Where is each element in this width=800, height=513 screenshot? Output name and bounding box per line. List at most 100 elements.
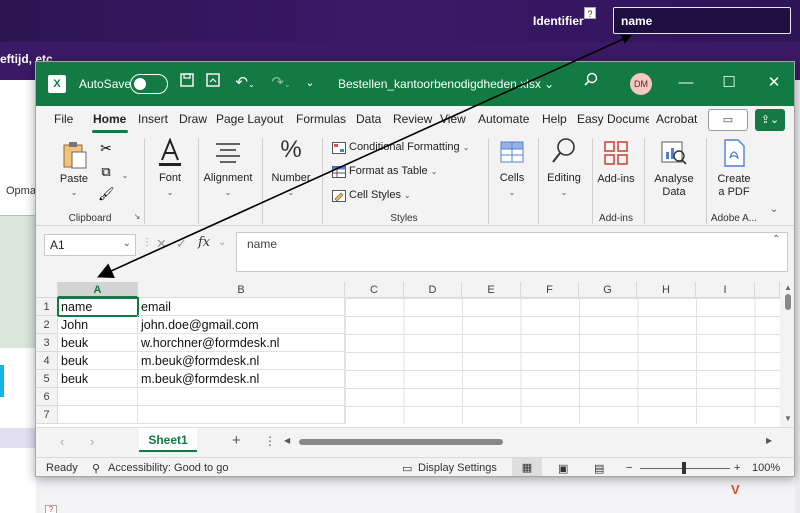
- format-as-table-button[interactable]: Format as Table ⌄: [349, 165, 437, 177]
- cell-b5[interactable]: m.beuk@formdesk.nl: [138, 370, 345, 388]
- help-icon-small[interactable]: ?: [45, 505, 57, 513]
- format-as-table-icon[interactable]: [332, 165, 346, 178]
- cell-a4[interactable]: beuk: [58, 352, 138, 370]
- tab-view[interactable]: View: [440, 112, 466, 126]
- document-title[interactable]: Bestellen_kantoorbenodigdheden.xlsx ⌄: [338, 77, 554, 91]
- tab-insert[interactable]: Insert: [138, 112, 168, 126]
- tab-draw[interactable]: Draw: [179, 112, 207, 126]
- enter-icon[interactable]: ✓: [176, 236, 187, 252]
- cells-button[interactable]: Cells: [492, 172, 532, 184]
- chevron-down-icon[interactable]: ⌄: [123, 238, 131, 249]
- tab-automate[interactable]: Automate: [478, 112, 529, 126]
- cell-b3[interactable]: w.horchner@formdesk.nl: [138, 334, 345, 352]
- format-painter-icon[interactable]: 🖌: [98, 186, 115, 202]
- avatar[interactable]: DM: [630, 73, 652, 95]
- paste-icon[interactable]: [60, 140, 88, 170]
- chevron-down-icon[interactable]: ⌄: [218, 237, 226, 248]
- cell-a7[interactable]: [58, 406, 138, 424]
- page-layout-view-icon[interactable]: ▣: [558, 462, 568, 475]
- analyse-data-icon[interactable]: [660, 139, 688, 167]
- row-header[interactable]: 1: [36, 298, 58, 316]
- cell-a5[interactable]: beuk: [58, 370, 138, 388]
- column-header-g[interactable]: G: [579, 282, 637, 298]
- cells-caret-icon[interactable]: ⌄: [507, 186, 517, 198]
- accessibility-status[interactable]: Accessibility: Good to go: [108, 462, 228, 474]
- cell-a6[interactable]: [58, 388, 138, 406]
- undo-icon[interactable]: ↶⌄: [230, 72, 260, 94]
- horizontal-scrollbar[interactable]: [291, 437, 777, 447]
- number-caret-icon[interactable]: ⌄: [286, 186, 296, 198]
- add-sheet-button[interactable]: +: [232, 432, 241, 449]
- share-button[interactable]: ⇪⌄: [755, 109, 785, 131]
- tab-page-layout[interactable]: Page Layout: [216, 112, 283, 126]
- zoom-level[interactable]: 100%: [752, 462, 780, 474]
- add-ins-button[interactable]: Add-ins: [594, 173, 638, 185]
- tab-easy-documents[interactable]: Easy Docume: [577, 112, 649, 126]
- customize-qat-icon[interactable]: ⌄: [302, 72, 318, 94]
- previous-sheet-icon[interactable]: ‹: [60, 434, 64, 449]
- scroll-up-icon[interactable]: ▲: [784, 283, 792, 292]
- vertical-scroll-thumb[interactable]: [785, 294, 791, 310]
- tab-file[interactable]: File: [54, 112, 73, 126]
- copy-caret-icon[interactable]: ⌄: [120, 165, 130, 183]
- column-header-h[interactable]: H: [637, 282, 696, 298]
- cell-a2[interactable]: John: [58, 316, 138, 334]
- font-icon[interactable]: [156, 137, 184, 168]
- empty-cells[interactable]: [345, 298, 780, 424]
- font-caret-icon[interactable]: ⌄: [165, 186, 175, 198]
- collapse-ribbon-icon[interactable]: ⌄: [766, 204, 782, 215]
- editing-caret-icon[interactable]: ⌄: [559, 186, 569, 198]
- tab-review[interactable]: Review: [393, 112, 432, 126]
- name-box[interactable]: A1 ⌄: [44, 234, 136, 256]
- search-icon[interactable]: [580, 72, 602, 94]
- editing-button[interactable]: Editing: [540, 172, 588, 184]
- alignment-icon[interactable]: [213, 140, 243, 166]
- cell-a3[interactable]: beuk: [58, 334, 138, 352]
- tab-help[interactable]: Help: [542, 112, 567, 126]
- sheet-tab-sheet1[interactable]: Sheet1: [139, 428, 197, 452]
- identifier-input[interactable]: name: [613, 7, 791, 34]
- conditional-formatting-button[interactable]: Conditional Formatting ⌄: [349, 141, 469, 153]
- row-header[interactable]: 7: [36, 406, 58, 424]
- cut-icon[interactable]: ✂: [98, 140, 114, 157]
- column-header-c[interactable]: C: [345, 282, 404, 298]
- editing-icon[interactable]: [550, 136, 578, 168]
- minimize-icon[interactable]: —: [674, 72, 698, 94]
- display-settings-icon[interactable]: ▭: [402, 462, 412, 475]
- zoom-in-icon[interactable]: +: [734, 462, 740, 474]
- cell-styles-button[interactable]: Cell Styles ⌄: [349, 189, 411, 201]
- zoom-out-icon[interactable]: −: [626, 462, 632, 474]
- cell-b2[interactable]: john.doe@gmail.com: [138, 316, 345, 334]
- formula-input[interactable]: name: [236, 232, 788, 272]
- cell-b4[interactable]: m.beuk@formdesk.nl: [138, 352, 345, 370]
- number-button[interactable]: Number: [266, 172, 316, 184]
- column-header-f[interactable]: F: [521, 282, 579, 298]
- display-settings-button[interactable]: Display Settings: [418, 462, 497, 474]
- sheet-options-icon[interactable]: ⋮: [264, 434, 276, 448]
- cell-b6[interactable]: [138, 388, 345, 406]
- save-icon[interactable]: [176, 72, 198, 94]
- scroll-left-icon[interactable]: ◀: [284, 436, 290, 445]
- cell-styles-icon[interactable]: [332, 189, 346, 202]
- scroll-right-icon[interactable]: ▶: [766, 436, 772, 445]
- alignment-caret-icon[interactable]: ⌄: [223, 186, 233, 198]
- row-header[interactable]: 2: [36, 316, 58, 334]
- column-header-b[interactable]: B: [138, 282, 345, 298]
- close-icon[interactable]: ✕: [762, 72, 786, 94]
- tab-data[interactable]: Data: [356, 112, 381, 126]
- collapse-formula-bar-icon[interactable]: ⌃: [772, 234, 780, 245]
- help-icon[interactable]: ?: [584, 7, 596, 19]
- conditional-formatting-icon[interactable]: [332, 141, 346, 154]
- font-button[interactable]: Font: [150, 172, 190, 184]
- save-as-icon[interactable]: [202, 72, 224, 94]
- zoom-slider-thumb[interactable]: [682, 462, 686, 474]
- column-header-a[interactable]: A: [58, 282, 138, 298]
- horizontal-scroll-thumb[interactable]: [299, 439, 503, 445]
- analyse-data-button[interactable]: Analyse: [650, 173, 698, 185]
- clipboard-launcher-icon[interactable]: ↘: [132, 212, 142, 221]
- comments-button[interactable]: ▭: [708, 109, 748, 131]
- row-header[interactable]: 5: [36, 370, 58, 388]
- autosave-toggle[interactable]: [130, 74, 168, 94]
- scroll-down-icon[interactable]: ▼: [784, 414, 792, 423]
- more-icon[interactable]: ⋮: [142, 237, 152, 248]
